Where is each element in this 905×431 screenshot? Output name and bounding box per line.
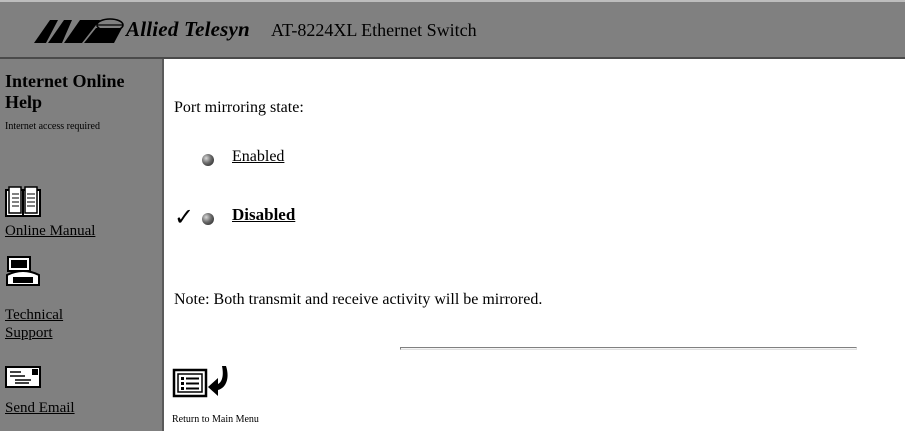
header-bar: Allied Telesyn AT-8224XL Ethernet Switch (0, 0, 905, 59)
port-mirroring-prompt: Port mirroring state: (174, 99, 304, 116)
return-main-menu-icon[interactable] (172, 364, 234, 400)
envelope-icon[interactable] (5, 366, 41, 388)
allied-telesyn-logo-icon (34, 18, 124, 43)
help-title: Internet Online Help (5, 71, 125, 112)
help-note: Internet access required (5, 121, 100, 132)
main-content: Port mirroring state: Enabled ✓ Disabled… (164, 59, 905, 431)
online-manual-link[interactable]: Online Manual (5, 221, 95, 241)
return-main-menu-label[interactable]: Return to Main Menu (172, 414, 259, 425)
telephone-icon[interactable] (5, 255, 41, 289)
disabled-bullet-icon (202, 213, 214, 225)
enabled-option-link[interactable]: Enabled (232, 148, 284, 166)
brand-name: Allied Telesyn (126, 17, 250, 41)
enabled-bullet-icon (202, 154, 214, 166)
checkmark-icon: ✓ (174, 205, 195, 231)
book-icon[interactable] (5, 186, 41, 218)
send-email-link[interactable]: Send Email (5, 398, 75, 418)
product-title: AT-8224XL Ethernet Switch (271, 20, 477, 40)
technical-support-link[interactable]: Technical Support (5, 306, 105, 342)
disabled-option-link[interactable]: Disabled (232, 205, 295, 225)
horizontal-divider (400, 347, 857, 350)
mirroring-note: Note: Both transmit and receive activity… (174, 291, 543, 308)
sidebar: Internet Online Help Internet access req… (0, 59, 164, 431)
